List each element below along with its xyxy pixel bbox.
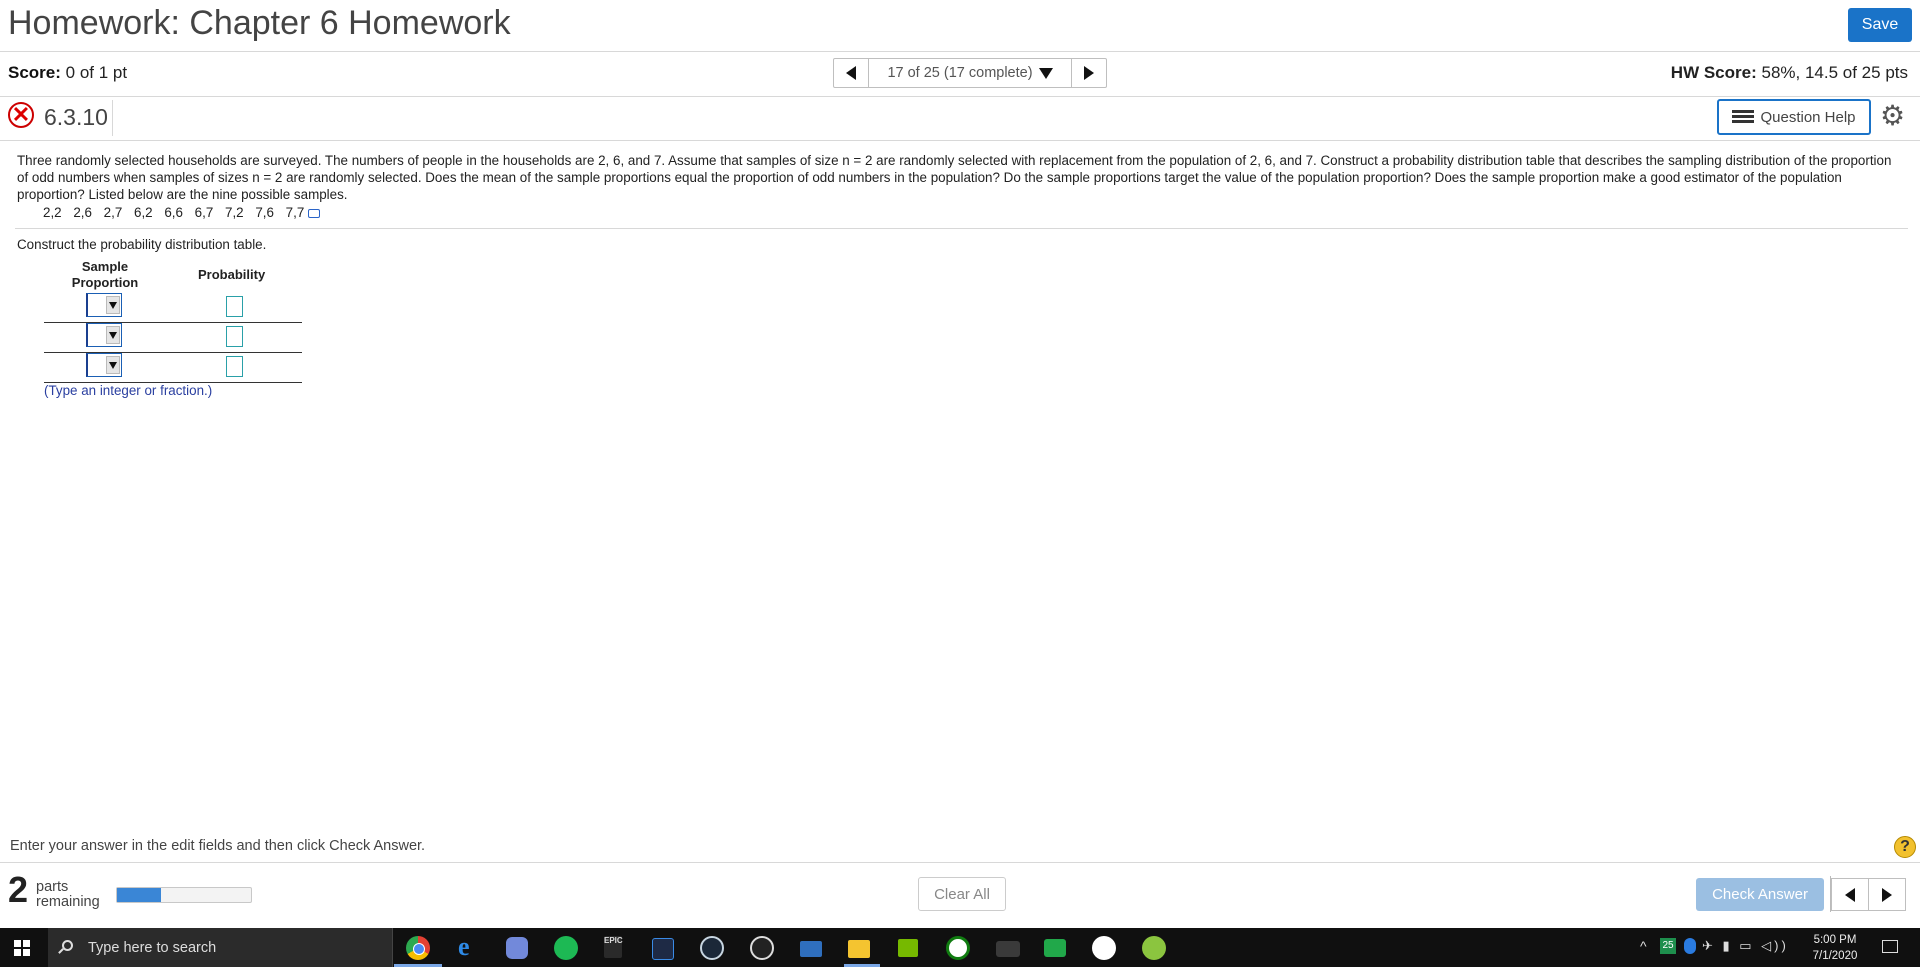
- notification-icon[interactable]: [1882, 940, 1898, 953]
- problem-divider: [15, 228, 1908, 229]
- probability-input[interactable]: [226, 356, 243, 377]
- taskbar-date: 7/1/2020: [1812, 950, 1858, 962]
- parts-remaining-label: parts remaining: [36, 880, 100, 910]
- score-display: Score: 0 of 1 pt: [8, 63, 127, 83]
- file-explorer-icon[interactable]: [848, 940, 870, 958]
- parts-progress-bar: [116, 887, 252, 903]
- windows-start-icon[interactable]: [14, 940, 30, 956]
- probability-input[interactable]: [226, 326, 243, 347]
- discord-icon[interactable]: [506, 937, 528, 959]
- question-divider: [0, 140, 1920, 141]
- input-hint: (Type an integer or fraction.): [44, 383, 213, 398]
- arrow-right-icon: [1882, 887, 1892, 902]
- app-icon[interactable]: [1044, 939, 1066, 957]
- sample-list-text: 2,2 2,6 2,7 6,2 6,6 6,7 7,2 7,6 7,7: [43, 205, 305, 220]
- previous-question-button[interactable]: [833, 58, 869, 88]
- column-header-line2: Proportion: [71, 275, 139, 290]
- save-button[interactable]: Save: [1848, 8, 1912, 42]
- question-number-divider: [112, 100, 113, 136]
- list-icon: [1732, 110, 1755, 124]
- table-row-divider: [44, 352, 302, 353]
- hw-score-label: HW Score:: [1670, 63, 1757, 82]
- answer-instruction: Enter your answer in the edit fields and…: [10, 838, 426, 854]
- copy-data-icon[interactable]: [308, 208, 321, 218]
- footer-question-navigator: [1831, 878, 1906, 911]
- app-icon[interactable]: [1142, 936, 1166, 960]
- help-icon[interactable]: ?: [1894, 836, 1916, 858]
- clock-icon[interactable]: [1092, 936, 1116, 960]
- tray-system-icons[interactable]: ✈ ▮ ▭ ◁)): [1702, 938, 1789, 954]
- taskbar-time: 5:00 PM: [1813, 934, 1857, 946]
- column-header-probability: Probability: [198, 267, 266, 282]
- instruction-text: Construct the probability distribution t…: [17, 237, 267, 252]
- dropdown-arrow: [106, 326, 120, 344]
- parts-label-line1: parts: [36, 879, 69, 895]
- edge-icon[interactable]: e: [458, 933, 470, 961]
- app-icon[interactable]: [800, 941, 822, 957]
- question-navigator: 17 of 25 (17 complete): [833, 58, 1107, 88]
- question-number: 6.3.10: [44, 104, 108, 130]
- sample-proportion-dropdown[interactable]: [86, 323, 122, 347]
- hw-score-value: 58%, 14.5 of 25 pts: [1761, 63, 1909, 82]
- tray-chevron-up-icon[interactable]: ^: [1640, 938, 1647, 954]
- question-selector[interactable]: 17 of 25 (17 complete): [869, 58, 1072, 88]
- caret-down-icon: [109, 301, 117, 309]
- app-icon[interactable]: [996, 941, 1020, 957]
- column-header-sample-proportion: Sample Proportion: [62, 259, 148, 291]
- app-icon[interactable]: [652, 938, 674, 960]
- caret-down-icon: [1038, 67, 1053, 79]
- next-question-button[interactable]: [1072, 58, 1107, 88]
- question-help-label: Question Help: [1760, 108, 1856, 126]
- table-row-divider: [44, 322, 302, 323]
- dropdown-arrow: [106, 356, 120, 374]
- parts-label-line2: remaining: [36, 894, 100, 910]
- footer-next-button[interactable]: [1869, 878, 1906, 911]
- xbox-icon[interactable]: [946, 936, 970, 960]
- column-header-line1: Sample: [81, 259, 129, 274]
- header-divider: [0, 51, 1920, 52]
- question-position-text: 17 of 25 (17 complete): [887, 65, 1033, 81]
- score-value: 0 of 1 pt: [65, 63, 128, 82]
- check-answer-button[interactable]: Check Answer: [1696, 878, 1824, 911]
- footer-divider: [0, 862, 1920, 863]
- sample-list: 2,2 2,6 2,7 6,2 6,6 6,7 7,2 7,6 7,7: [43, 205, 321, 220]
- arrow-left-icon: [1845, 887, 1855, 902]
- caret-down-icon: [109, 361, 117, 369]
- score-divider: [0, 96, 1920, 97]
- parts-remaining-count: 2: [8, 869, 29, 910]
- bluetooth-icon[interactable]: [1684, 938, 1696, 954]
- page-title: Homework: Chapter 6 Homework: [8, 4, 511, 42]
- dropdown-arrow: [106, 296, 120, 314]
- sample-proportion-dropdown[interactable]: [86, 353, 122, 377]
- clear-all-button[interactable]: Clear All: [918, 877, 1006, 911]
- probability-input[interactable]: [226, 296, 243, 317]
- hw-score-display: HW Score: 58%, 14.5 of 25 pts: [1671, 63, 1908, 83]
- score-label: Score:: [8, 63, 61, 82]
- sample-proportion-dropdown[interactable]: [86, 293, 122, 317]
- parts-progress-fill: [117, 888, 162, 902]
- footer-previous-button[interactable]: [1831, 878, 1869, 911]
- arrow-left-icon: [846, 66, 856, 80]
- obs-icon[interactable]: [750, 936, 774, 960]
- steam-icon[interactable]: [700, 936, 724, 960]
- taskbar-search-placeholder[interactable]: Type here to search: [88, 940, 216, 956]
- gear-icon[interactable]: ⚙: [1880, 102, 1905, 130]
- spotify-icon[interactable]: [554, 936, 578, 960]
- problem-statement: Three randomly selected households are s…: [17, 153, 1892, 202]
- taskbar-clock[interactable]: 5:00 PM 7/1/2020: [1810, 932, 1860, 964]
- question-help-button[interactable]: Question Help: [1717, 99, 1871, 135]
- arrow-right-icon: [1084, 66, 1094, 80]
- incorrect-x-icon: ✕: [8, 102, 34, 128]
- chrome-icon[interactable]: [406, 936, 430, 960]
- caret-down-icon: [109, 331, 117, 339]
- epic-games-icon[interactable]: EPIC: [604, 936, 623, 958]
- tray-badge[interactable]: 25: [1660, 938, 1676, 954]
- nvidia-icon[interactable]: [898, 939, 918, 957]
